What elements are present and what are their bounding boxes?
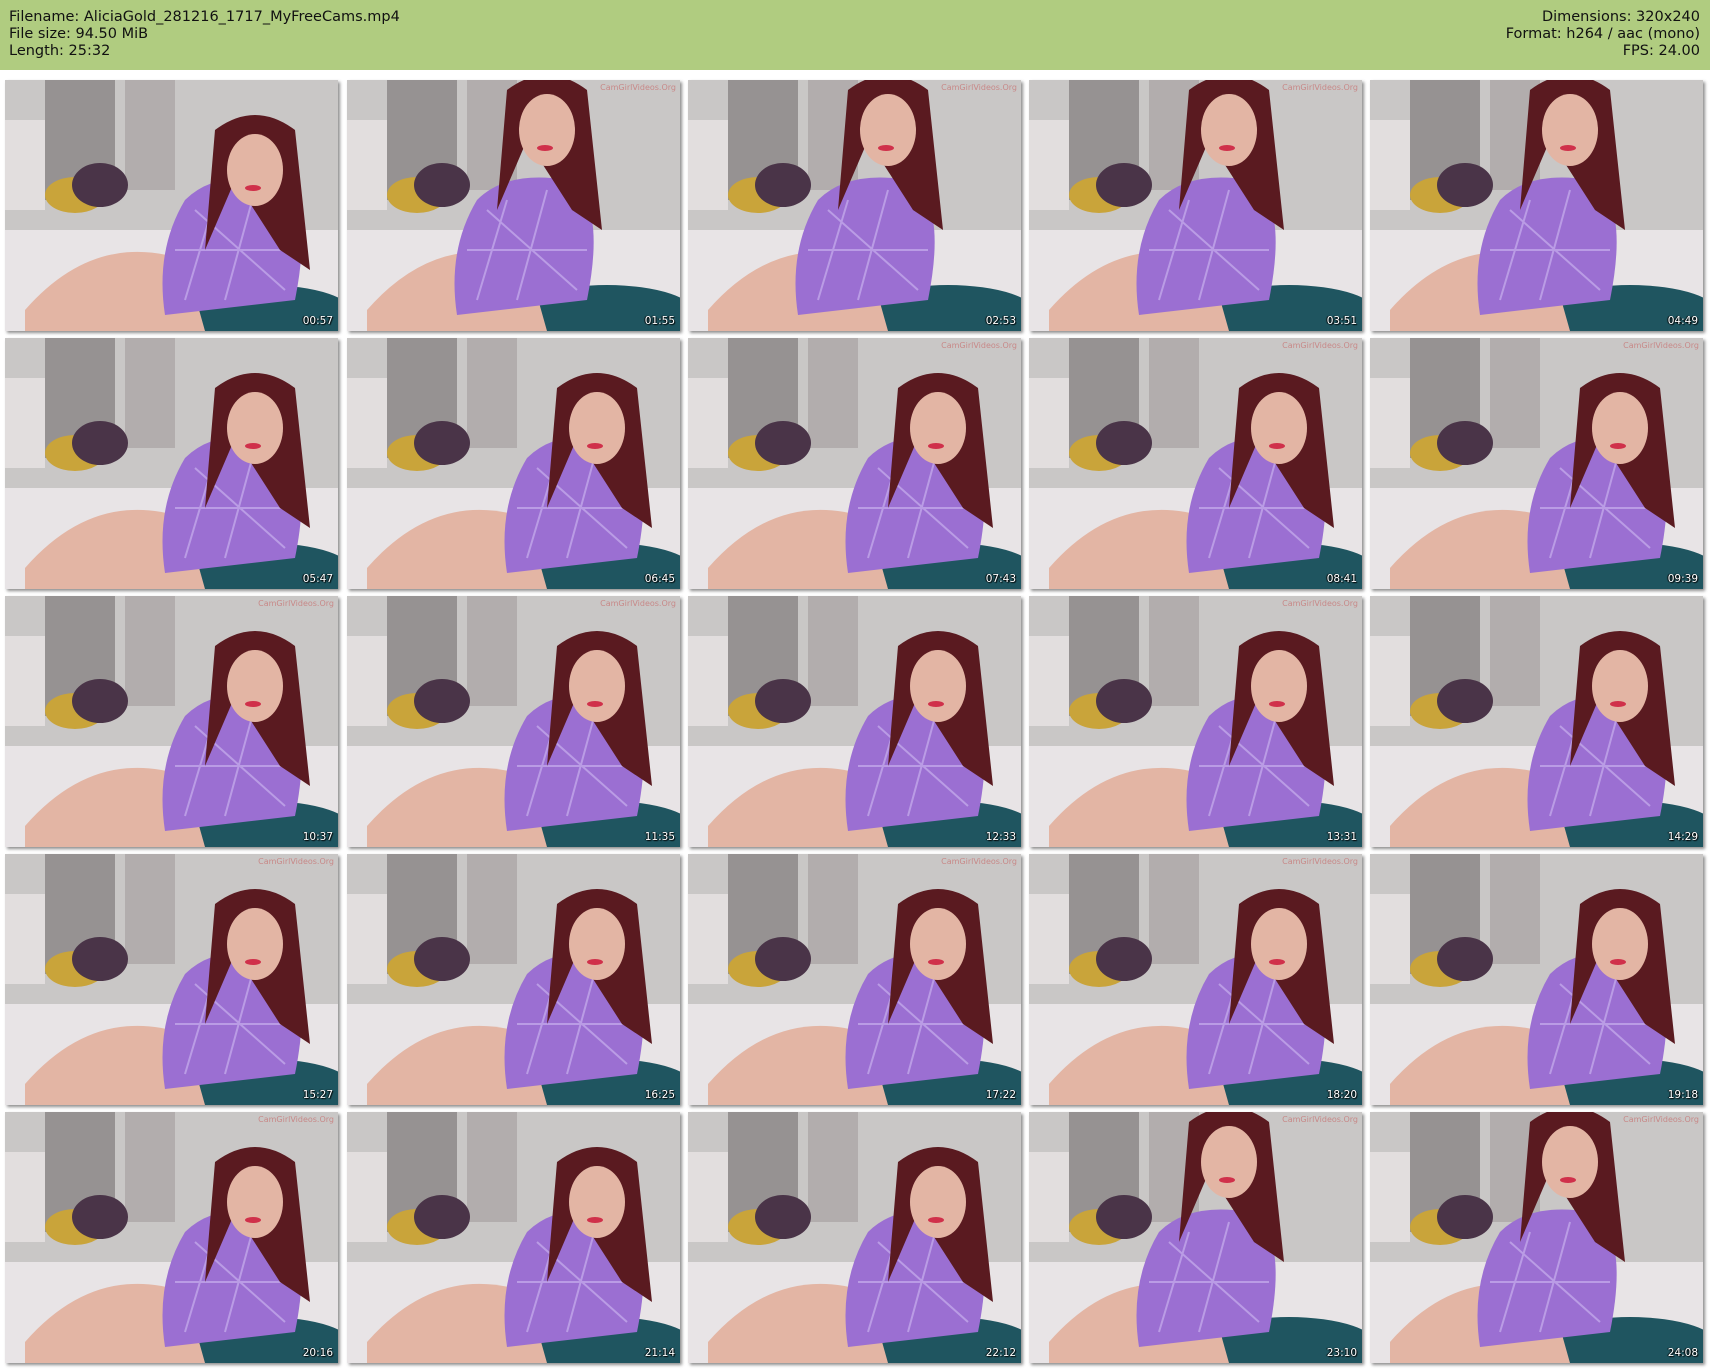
- timestamp-label: 21:14: [644, 1347, 675, 1359]
- timestamp-label: 10:37: [302, 831, 333, 843]
- watermark-text: CamGirlVideos.Org: [1282, 341, 1358, 350]
- thumbnail-frame: CamGirlVideos.Org 13:31: [1029, 596, 1362, 847]
- watermark-text: CamGirlVideos.Org: [1282, 857, 1358, 866]
- frame-image: [1029, 338, 1362, 589]
- timestamp-label: 14:29: [1667, 831, 1698, 843]
- timestamp-label: 07:43: [985, 573, 1016, 585]
- thumbnail-frame: 22:12: [688, 1112, 1021, 1363]
- timestamp-label: 16:25: [644, 1089, 675, 1101]
- thumbnail-frame: CamGirlVideos.Org 24:08: [1370, 1112, 1703, 1363]
- timestamp-label: 03:51: [1326, 315, 1357, 327]
- frame-image: [347, 338, 680, 589]
- thumbnail-frame: CamGirlVideos.Org 18:20: [1029, 854, 1362, 1105]
- frame-image: [1029, 854, 1362, 1105]
- frame-image: [688, 596, 1021, 847]
- thumbnail-frame: CamGirlVideos.Org 09:39: [1370, 338, 1703, 589]
- frame-image: [5, 80, 338, 331]
- timestamp-label: 05:47: [302, 573, 333, 585]
- timestamp-label: 12:33: [985, 831, 1016, 843]
- frame-image: [1370, 338, 1703, 589]
- timestamp-label: 06:45: [644, 573, 675, 585]
- watermark-text: CamGirlVideos.Org: [1282, 83, 1358, 92]
- frame-image: [1370, 596, 1703, 847]
- frame-image: [1029, 1112, 1362, 1363]
- timestamp-label: 22:12: [985, 1347, 1016, 1359]
- thumbnail-frame: CamGirlVideos.Org 11:35: [347, 596, 680, 847]
- frame-image: [347, 854, 680, 1105]
- timestamp-label: 15:27: [302, 1089, 333, 1101]
- timestamp-label: 23:10: [1326, 1347, 1357, 1359]
- thumbnail-frame: CamGirlVideos.Org 03:51: [1029, 80, 1362, 331]
- timestamp-label: 09:39: [1667, 573, 1698, 585]
- thumbnail-grid: 00:57 CamGirlVideos.Org 01:55 CamGirlVide…: [0, 0, 1710, 1370]
- watermark-text: CamGirlVideos.Org: [1282, 1115, 1358, 1124]
- frame-image: [347, 80, 680, 331]
- thumbnail-frame: 06:45: [347, 338, 680, 589]
- thumbnail-frame: 19:18: [1370, 854, 1703, 1105]
- timestamp-label: 17:22: [985, 1089, 1016, 1101]
- thumbnail-frame: 05:47: [5, 338, 338, 589]
- watermark-text: CamGirlVideos.Org: [941, 857, 1017, 866]
- timestamp-label: 13:31: [1326, 831, 1357, 843]
- frame-image: [1029, 596, 1362, 847]
- frame-image: [688, 1112, 1021, 1363]
- thumbnail-frame: CamGirlVideos.Org 17:22: [688, 854, 1021, 1105]
- timestamp-label: 18:20: [1326, 1089, 1357, 1101]
- frame-image: [1370, 80, 1703, 331]
- watermark-text: CamGirlVideos.Org: [258, 599, 334, 608]
- watermark-text: CamGirlVideos.Org: [941, 341, 1017, 350]
- frame-image: [347, 1112, 680, 1363]
- watermark-text: CamGirlVideos.Org: [941, 83, 1017, 92]
- frame-image: [347, 596, 680, 847]
- thumbnail-frame: CamGirlVideos.Org 23:10: [1029, 1112, 1362, 1363]
- timestamp-label: 04:49: [1667, 315, 1698, 327]
- thumbnail-frame: 21:14: [347, 1112, 680, 1363]
- thumbnail-frame: 12:33: [688, 596, 1021, 847]
- frame-image: [1370, 854, 1703, 1105]
- watermark-text: CamGirlVideos.Org: [600, 83, 676, 92]
- thumbnail-frame: 04:49: [1370, 80, 1703, 331]
- timestamp-label: 11:35: [644, 831, 675, 843]
- watermark-text: CamGirlVideos.Org: [258, 1115, 334, 1124]
- timestamp-label: 20:16: [302, 1347, 333, 1359]
- frame-image: [688, 338, 1021, 589]
- watermark-text: CamGirlVideos.Org: [1623, 341, 1699, 350]
- thumbnail-frame: 00:57: [5, 80, 338, 331]
- frame-image: [688, 854, 1021, 1105]
- watermark-text: CamGirlVideos.Org: [258, 857, 334, 866]
- frame-image: [5, 1112, 338, 1363]
- frame-image: [5, 338, 338, 589]
- timestamp-label: 00:57: [302, 315, 333, 327]
- timestamp-label: 02:53: [985, 315, 1016, 327]
- thumbnail-frame: CamGirlVideos.Org 10:37: [5, 596, 338, 847]
- frame-image: [5, 854, 338, 1105]
- thumbnail-frame: 14:29: [1370, 596, 1703, 847]
- thumbnail-frame: CamGirlVideos.Org 02:53: [688, 80, 1021, 331]
- frame-image: [5, 596, 338, 847]
- thumbnail-frame: CamGirlVideos.Org 08:41: [1029, 338, 1362, 589]
- frame-image: [1370, 1112, 1703, 1363]
- watermark-text: CamGirlVideos.Org: [600, 599, 676, 608]
- timestamp-label: 19:18: [1667, 1089, 1698, 1101]
- thumbnail-frame: CamGirlVideos.Org 07:43: [688, 338, 1021, 589]
- thumbnail-frame: CamGirlVideos.Org 20:16: [5, 1112, 338, 1363]
- frame-image: [1029, 80, 1362, 331]
- timestamp-label: 08:41: [1326, 573, 1357, 585]
- timestamp-label: 01:55: [644, 315, 675, 327]
- watermark-text: CamGirlVideos.Org: [1623, 1115, 1699, 1124]
- thumbnail-frame: CamGirlVideos.Org 15:27: [5, 854, 338, 1105]
- thumbnail-frame: 16:25: [347, 854, 680, 1105]
- frame-image: [688, 80, 1021, 331]
- timestamp-label: 24:08: [1667, 1347, 1698, 1359]
- watermark-text: CamGirlVideos.Org: [1282, 599, 1358, 608]
- thumbnail-frame: CamGirlVideos.Org 01:55: [347, 80, 680, 331]
